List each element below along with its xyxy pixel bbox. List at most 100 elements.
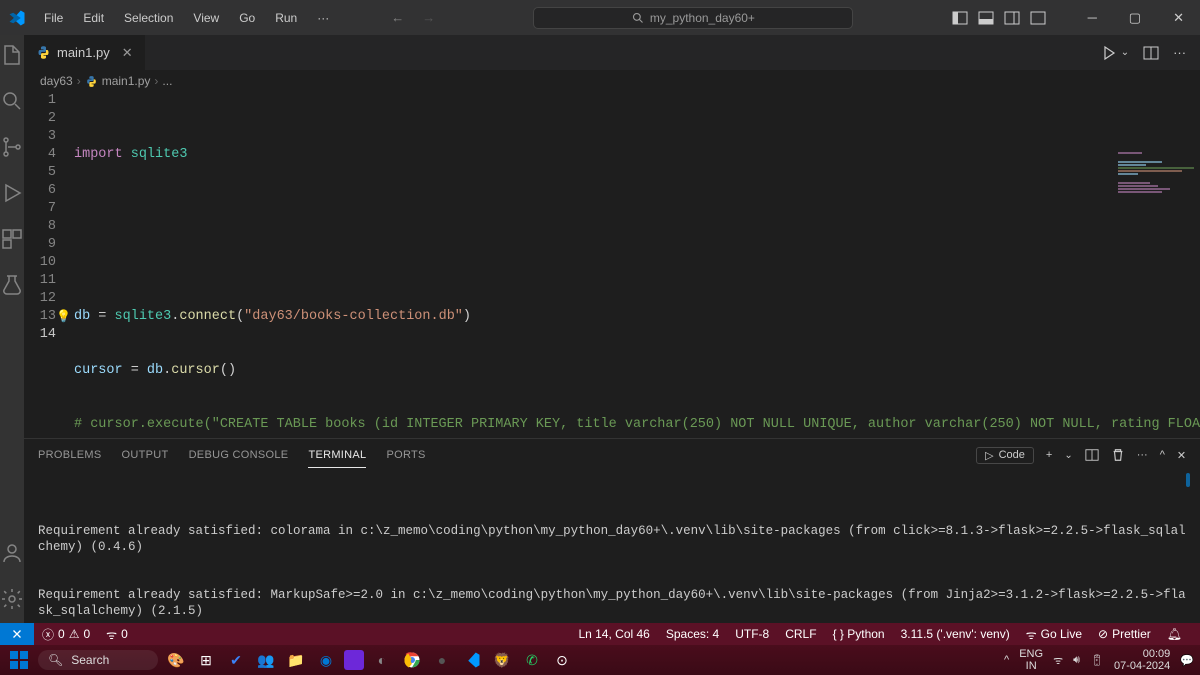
- code-content[interactable]: 💡 import sqlite3 db = sqlite3.connect("d…: [74, 92, 1200, 438]
- maximize-panel-icon[interactable]: ^: [1160, 449, 1165, 461]
- tray-language[interactable]: ENGIN: [1019, 648, 1043, 672]
- breadcrumb-file[interactable]: main1.py: [102, 74, 151, 88]
- terminal-dropdown-icon[interactable]: ⌄: [1064, 450, 1072, 461]
- tab-problems[interactable]: PROBLEMS: [38, 443, 102, 467]
- nav-forward-icon[interactable]: →: [422, 10, 435, 25]
- taskbar-app-todo[interactable]: ✔: [224, 648, 248, 672]
- search-icon[interactable]: [0, 89, 24, 113]
- run-dropdown-icon[interactable]: ⌄: [1121, 47, 1129, 58]
- menu-file[interactable]: File: [36, 7, 71, 29]
- taskbar-app-palette[interactable]: 🎨: [164, 648, 188, 672]
- status-lncol[interactable]: Ln 14, Col 46: [570, 627, 657, 641]
- status-language[interactable]: { } Python: [825, 627, 893, 641]
- taskbar-app-steam[interactable]: ◐: [370, 648, 394, 672]
- taskbar-app-github[interactable]: ⊙: [550, 648, 574, 672]
- explorer-icon[interactable]: [0, 43, 24, 67]
- menu-run[interactable]: Run: [267, 7, 305, 29]
- python-file-icon: [85, 75, 98, 88]
- remote-button[interactable]: [0, 623, 34, 645]
- menu-selection[interactable]: Selection: [116, 7, 181, 29]
- taskbar-app-brave[interactable]: 🦁: [490, 648, 514, 672]
- menu-view[interactable]: View: [185, 7, 227, 29]
- layout-customize-icon[interactable]: [1030, 10, 1046, 26]
- breadcrumb-more[interactable]: ...: [162, 74, 172, 88]
- taskbar-app-teams[interactable]: 👥: [254, 648, 278, 672]
- split-editor-icon[interactable]: [1143, 45, 1159, 61]
- tab-ports[interactable]: PORTS: [386, 443, 425, 467]
- taskbar-app-dark[interactable]: ●: [430, 648, 454, 672]
- lightbulb-icon[interactable]: 💡: [56, 308, 71, 326]
- status-eol[interactable]: CRLF: [777, 627, 824, 641]
- taskbar-search[interactable]: 🔍︎ Search: [38, 650, 158, 670]
- menu-more[interactable]: ···: [309, 7, 337, 29]
- menu-go[interactable]: Go: [231, 7, 263, 29]
- more-actions-icon[interactable]: ···: [1173, 45, 1186, 60]
- close-icon[interactable]: ✕: [122, 45, 133, 61]
- run-debug-icon[interactable]: [0, 181, 24, 205]
- status-ports[interactable]: ᯤ0: [98, 626, 136, 643]
- chevron-right-icon: ›: [154, 74, 158, 88]
- warning-icon: ⚠: [69, 627, 80, 641]
- status-prettier[interactable]: ⊘Prettier: [1090, 627, 1159, 641]
- tab-debug-console[interactable]: DEBUG CONSOLE: [189, 443, 289, 467]
- taskbar-search-label: Search: [71, 653, 109, 667]
- terminal-output[interactable]: Requirement already satisfied: colorama …: [24, 471, 1200, 623]
- testing-icon[interactable]: [0, 273, 24, 297]
- split-terminal-icon[interactable]: [1085, 448, 1099, 462]
- tray-volume-icon[interactable]: 🔊︎: [1073, 654, 1080, 667]
- taskbar-app-purple[interactable]: [344, 650, 364, 670]
- tab-label: main1.py: [57, 45, 110, 60]
- line-gutter: 1234 5678 9101112 1314: [24, 92, 74, 438]
- search-icon: 🔍︎: [48, 653, 63, 667]
- window-maximize[interactable]: ▢: [1121, 8, 1149, 28]
- nav-back-icon[interactable]: ←: [391, 10, 404, 25]
- panel-more-icon[interactable]: ···: [1137, 449, 1148, 461]
- extensions-icon[interactable]: [0, 227, 24, 251]
- taskbar-app-explorer[interactable]: 📁: [284, 648, 308, 672]
- taskbar-app-taskview[interactable]: ⊞: [194, 648, 218, 672]
- layout-sidebar-left-icon[interactable]: [952, 10, 968, 26]
- tab-output[interactable]: OUTPUT: [122, 443, 169, 467]
- source-control-icon[interactable]: [0, 135, 24, 159]
- taskbar-app-vscode[interactable]: [460, 648, 484, 672]
- taskbar-app-whatsapp[interactable]: ✆: [520, 648, 544, 672]
- taskbar-app-edge[interactable]: ◉: [314, 648, 338, 672]
- tray-chevron-icon[interactable]: ^: [1004, 654, 1009, 666]
- tray-battery-icon[interactable]: 🔋︎: [1090, 654, 1104, 667]
- new-terminal-icon[interactable]: +: [1046, 449, 1052, 461]
- window-minimize[interactable]: ─: [1080, 8, 1105, 27]
- tab-terminal[interactable]: TERMINAL: [308, 443, 366, 468]
- ports-icon: ᯤ: [106, 626, 117, 643]
- kill-terminal-icon[interactable]: [1111, 448, 1125, 462]
- start-button[interactable]: [6, 647, 32, 673]
- taskbar-app-chrome[interactable]: [400, 648, 424, 672]
- python-file-icon: [36, 45, 51, 60]
- close-panel-icon[interactable]: ✕: [1177, 449, 1186, 462]
- code-editor[interactable]: 1234 5678 9101112 1314 💡 import sqlite3 …: [24, 92, 1200, 438]
- activity-bar: [0, 35, 24, 623]
- status-problems[interactable]: ⓧ0 ⚠0: [34, 626, 98, 643]
- layout-panel-icon[interactable]: [978, 10, 994, 26]
- status-interpreter[interactable]: 3.11.5 ('.venv': venv): [893, 627, 1018, 641]
- status-bell[interactable]: 🔔︎: [1159, 627, 1190, 641]
- status-encoding[interactable]: UTF-8: [727, 627, 777, 641]
- tray-notifications-icon[interactable]: 💬: [1180, 654, 1194, 667]
- minimap[interactable]: [1118, 152, 1198, 292]
- main-area: main1.py ✕ ⌄ ··· day63 › main1.py › ... …: [0, 35, 1200, 623]
- status-spaces[interactable]: Spaces: 4: [658, 627, 727, 641]
- editor-area: main1.py ✕ ⌄ ··· day63 › main1.py › ... …: [24, 35, 1200, 623]
- breadcrumb[interactable]: day63 › main1.py › ...: [24, 70, 1200, 92]
- breadcrumb-folder[interactable]: day63: [40, 74, 73, 88]
- terminal-profile-button[interactable]: ▷Code: [976, 447, 1034, 464]
- layout-sidebar-right-icon[interactable]: [1004, 10, 1020, 26]
- accounts-icon[interactable]: [0, 541, 24, 565]
- status-golive[interactable]: ᯤGo Live: [1018, 626, 1090, 643]
- settings-icon[interactable]: [0, 587, 24, 611]
- menu-edit[interactable]: Edit: [75, 7, 112, 29]
- tray-clock[interactable]: 00:0907-04-2024: [1114, 648, 1170, 672]
- run-file-icon[interactable]: [1101, 45, 1117, 61]
- tray-wifi-icon[interactable]: ᯤ: [1053, 653, 1063, 668]
- window-close[interactable]: ✕: [1165, 8, 1192, 28]
- command-center-search[interactable]: my_python_day60+: [533, 7, 853, 29]
- tab-main1-py[interactable]: main1.py ✕: [24, 35, 146, 70]
